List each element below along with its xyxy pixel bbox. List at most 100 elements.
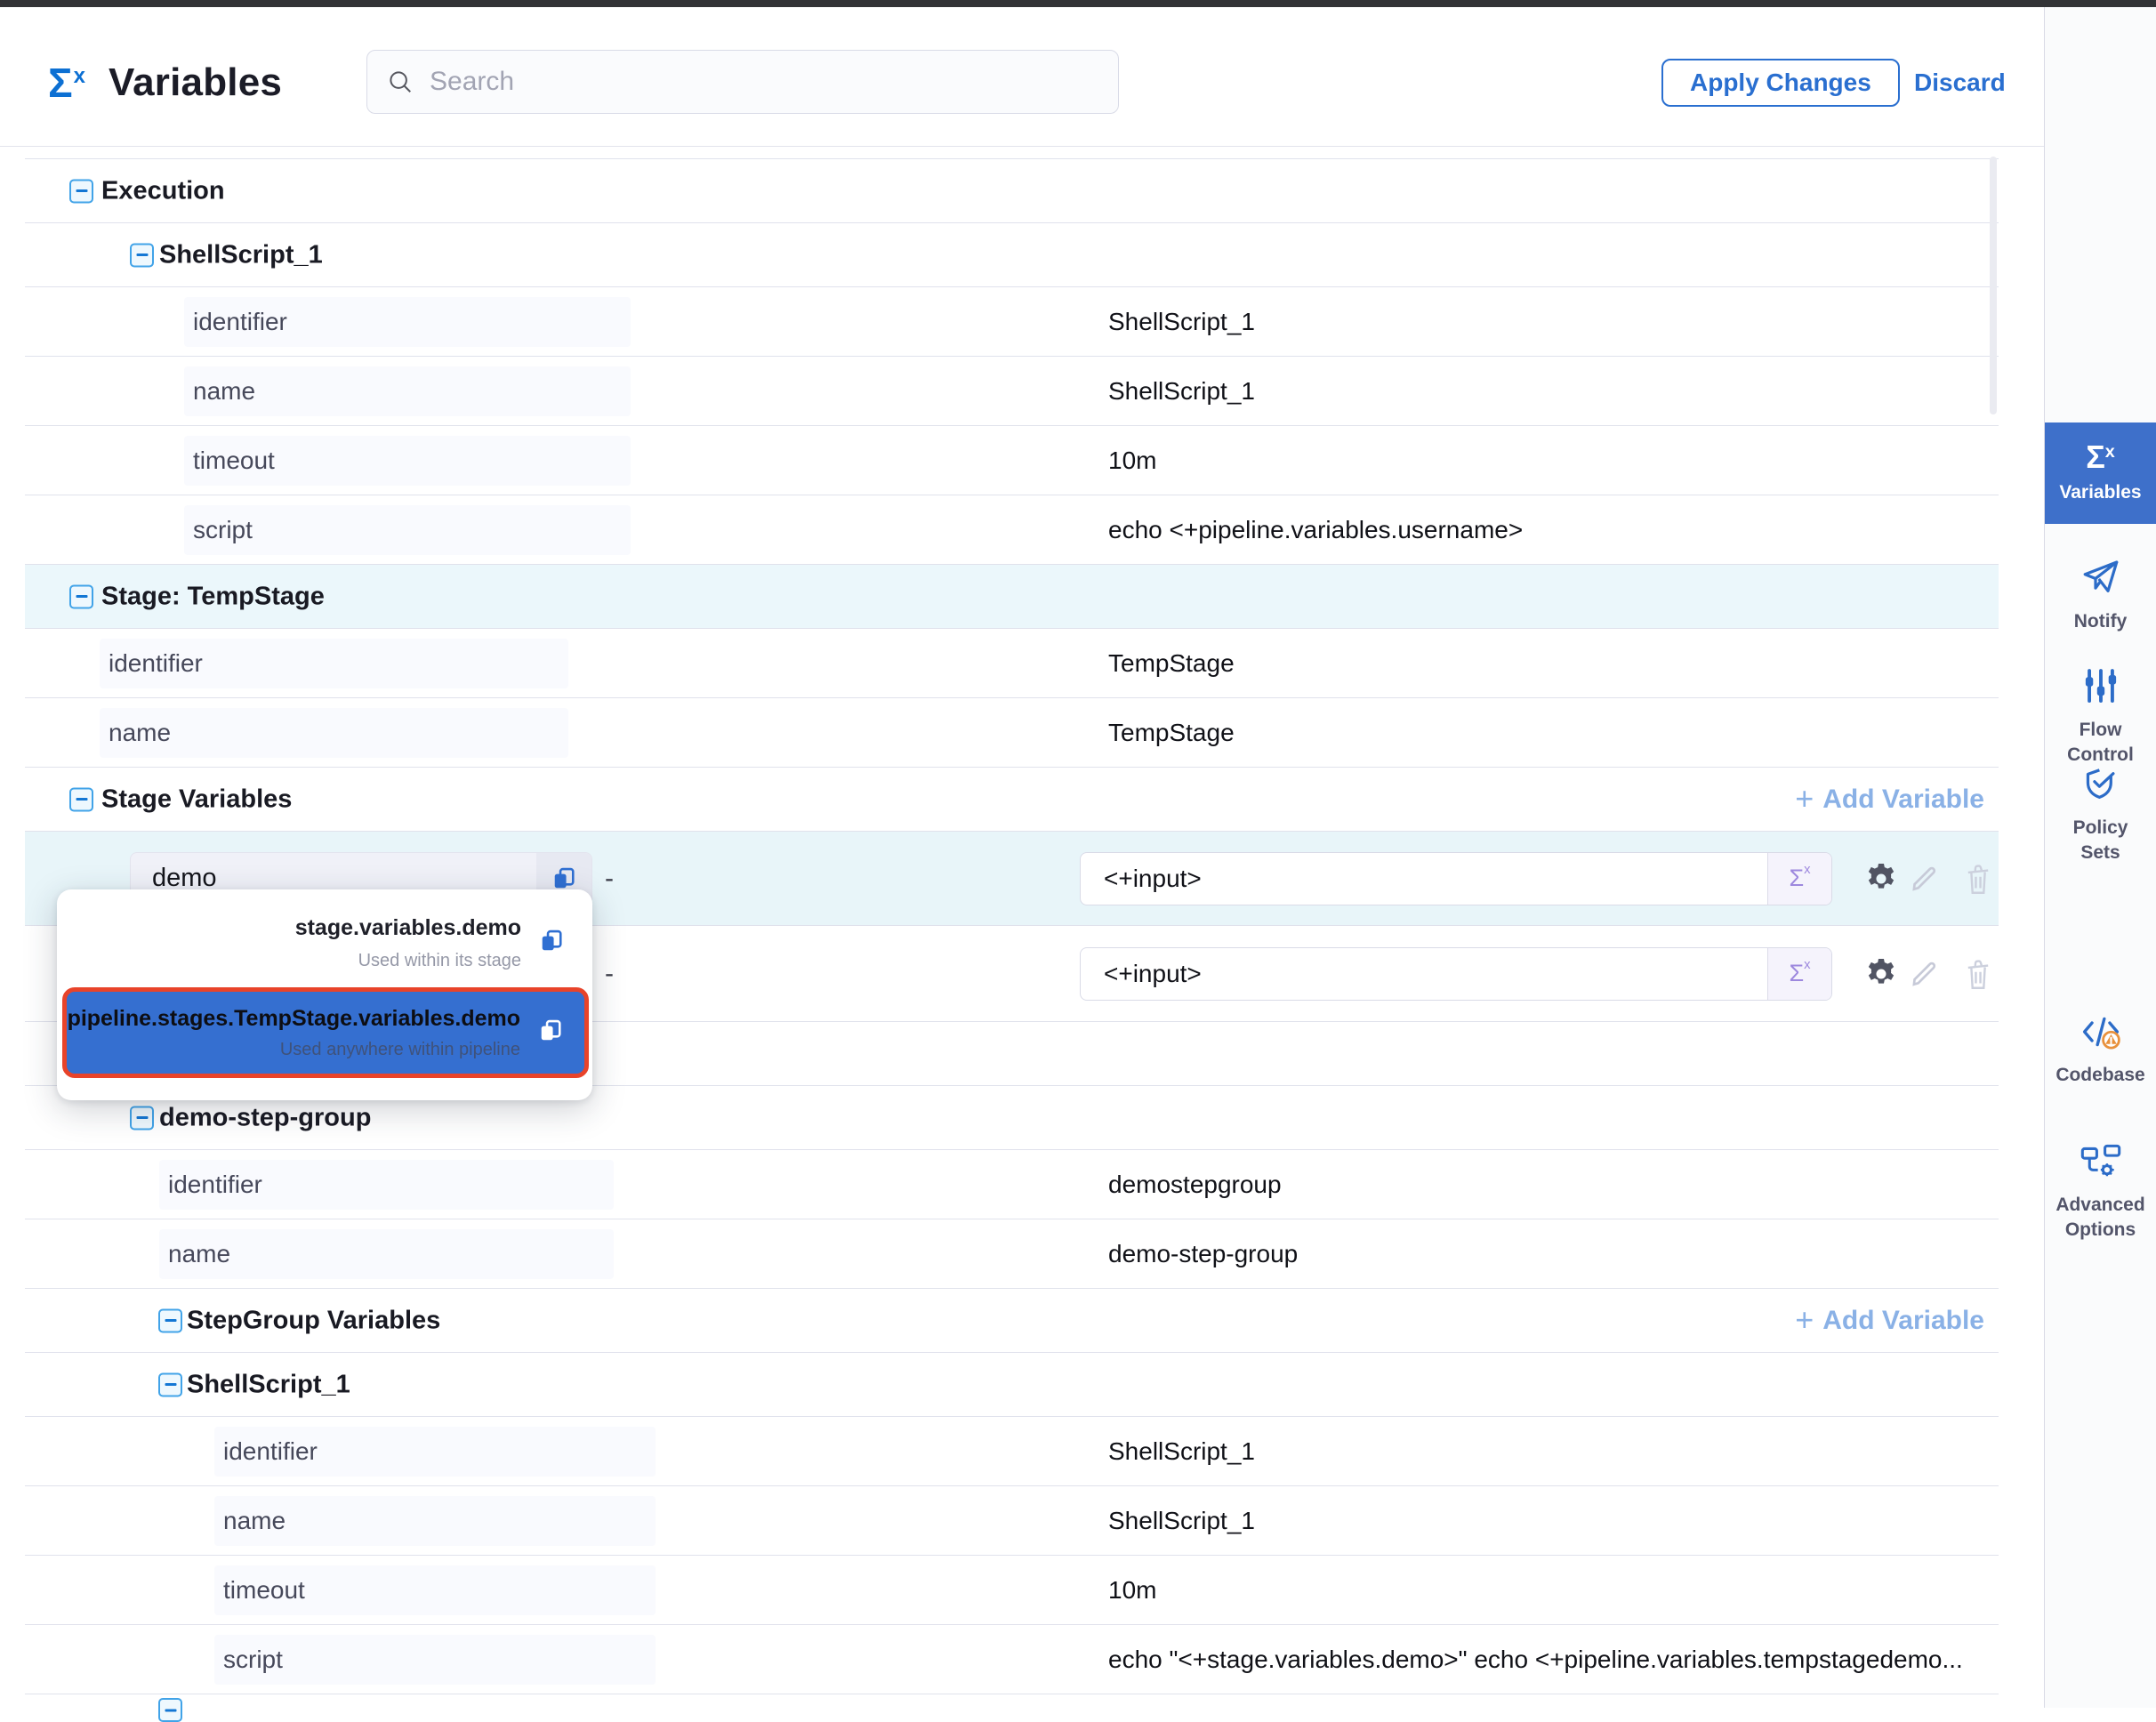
property-value: 10m: [1108, 1576, 1156, 1605]
variable-value-input[interactable]: <+input> Σx: [1080, 852, 1832, 905]
property-value: TempStage: [1108, 649, 1235, 678]
sidebar-item-flow-control[interactable]: FlowControl: [2045, 667, 2156, 768]
property-row: identifier demostepgroup: [25, 1150, 1999, 1219]
copy-icon[interactable]: [539, 929, 564, 958]
property-value: demo-step-group: [1108, 1240, 1298, 1268]
section-label: StepGroup Variables: [187, 1306, 440, 1335]
sidebar-item-label: AdvancedOptions: [2055, 1193, 2144, 1243]
delete-button[interactable]: [1959, 954, 1998, 994]
property-value: demostepgroup: [1108, 1171, 1282, 1199]
property-label: script: [184, 505, 631, 555]
property-row: timeout 10m: [25, 426, 1999, 495]
settings-button[interactable]: [1862, 859, 1901, 898]
property-label: timeout: [184, 436, 631, 486]
code-warning-icon: [2080, 1014, 2121, 1052]
edit-button[interactable]: [1904, 954, 1943, 994]
expression-scope-hint: Used within its stage: [295, 951, 521, 971]
expression-option-stage-scope[interactable]: stage.variables.demo Used within its sta…: [57, 889, 592, 987]
tree-section-row: ShellScript_1: [25, 1353, 1999, 1417]
property-label: name: [100, 708, 568, 758]
sidebar-item-label: PolicySets: [2073, 816, 2128, 865]
search-input[interactable]: [430, 67, 1098, 97]
collapse-icon[interactable]: [69, 787, 93, 811]
property-row: name ShellScript_1: [25, 1486, 1999, 1556]
collapse-icon[interactable]: [130, 1106, 154, 1130]
property-row: script echo "<+stage.variables.demo>" ec…: [25, 1625, 1999, 1694]
property-value: echo <+pipeline.variables.username>: [1108, 516, 1523, 544]
plus-icon: +: [1795, 783, 1814, 815]
tree-section-row: ShellScript_1: [25, 223, 1999, 287]
property-row: name demo-step-group: [25, 1219, 1999, 1289]
property-label: identifier: [214, 1427, 656, 1477]
tree-section-row: Execution: [25, 159, 1999, 223]
right-panel-nav: Σx Variables Notify FlowControl PolicySets Co…: [2044, 7, 2156, 1708]
expression-button[interactable]: Σx: [1767, 853, 1831, 905]
page-title: Variables: [109, 60, 282, 105]
collapse-icon[interactable]: [69, 584, 93, 608]
tree-section-row: Stage: TempStage: [25, 565, 1999, 629]
property-label: identifier: [159, 1160, 614, 1210]
sidebar-item-advanced-options[interactable]: AdvancedOptions: [2045, 1144, 2156, 1243]
section-label: ShellScript_1: [159, 240, 323, 270]
property-row: name ShellScript_1: [25, 357, 1999, 426]
sidebar-item-policy-sets[interactable]: PolicySets: [2045, 765, 2156, 865]
property-value: ShellScript_1: [1108, 308, 1255, 336]
variable-description: -: [605, 864, 614, 894]
property-label: name: [214, 1496, 656, 1546]
property-value: TempStage: [1108, 719, 1235, 747]
expression-title: stage.variables.demo: [295, 915, 521, 941]
sidebar-item-label: Codebase: [2055, 1063, 2144, 1088]
search-icon: [387, 68, 414, 95]
property-label: name: [159, 1229, 614, 1279]
property-label: script: [214, 1635, 656, 1685]
add-variable-button[interactable]: +Add Variable: [1795, 784, 1984, 816]
property-label: name: [184, 366, 631, 416]
shield-check-icon: [2082, 765, 2120, 805]
sidebar-item-variables[interactable]: Σx Variables: [2045, 422, 2156, 524]
search-box[interactable]: [366, 50, 1119, 114]
variable-description: -: [605, 959, 614, 989]
property-label: identifier: [184, 297, 631, 347]
scrollbar-thumb[interactable]: [1990, 157, 1997, 414]
expression-button[interactable]: Σx: [1767, 948, 1831, 1000]
header: Σx Variables Apply Changes Discard: [0, 7, 2045, 147]
sigma-x-icon: Σx: [2086, 441, 2115, 473]
settings-button[interactable]: [1862, 954, 1901, 994]
tree-section-row: Stage Variables +Add Variable: [25, 768, 1999, 832]
collapse-icon[interactable]: [158, 1308, 182, 1332]
expression-option-pipeline-scope-selected[interactable]: pipeline.stages.TempStage.variables.demo…: [62, 987, 589, 1078]
section-label: demo-step-group: [159, 1103, 371, 1132]
property-label: timeout: [214, 1565, 656, 1615]
apply-changes-button[interactable]: Apply Changes: [1661, 59, 1900, 107]
paper-plane-icon: [2082, 559, 2120, 599]
property-row: identifier TempStage: [25, 629, 1999, 698]
section-label: Stage: TempStage: [101, 582, 325, 611]
sidebar-item-codebase[interactable]: Codebase: [2045, 1014, 2156, 1088]
edit-button[interactable]: [1904, 859, 1943, 898]
plus-icon: +: [1795, 1304, 1814, 1336]
property-row: identifier ShellScript_1: [25, 287, 1999, 357]
property-row: identifier ShellScript_1: [25, 1417, 1999, 1486]
variable-value-input[interactable]: <+input> Σx: [1080, 947, 1832, 1001]
collapse-icon[interactable]: [69, 179, 93, 203]
property-value: 10m: [1108, 447, 1156, 475]
expression-scope-hint: Used anywhere within pipeline: [68, 1040, 520, 1060]
section-label: Execution: [101, 176, 225, 205]
collapse-icon[interactable]: [158, 1372, 182, 1396]
expression-popover: stage.variables.demo Used within its sta…: [57, 889, 592, 1100]
sidebar-item-notify[interactable]: Notify: [2045, 559, 2156, 634]
copy-icon[interactable]: [538, 1018, 563, 1048]
sidebar-item-label: FlowControl: [2067, 718, 2134, 768]
discard-button[interactable]: Discard: [1914, 59, 2006, 107]
spacer-row: [25, 1694, 1999, 1709]
property-value: echo "<+stage.variables.demo>" echo <+pi…: [1108, 1646, 1963, 1674]
delete-button[interactable]: [1959, 859, 1998, 898]
tree-section-row: StepGroup Variables +Add Variable: [25, 1289, 1999, 1353]
sidebar-item-label: Variables: [2059, 480, 2141, 505]
section-label: ShellScript_1: [187, 1370, 350, 1399]
add-variable-button[interactable]: +Add Variable: [1795, 1305, 1984, 1337]
collapse-icon[interactable]: [130, 243, 154, 267]
section-label: Stage Variables: [101, 785, 292, 814]
collapse-icon[interactable]: [158, 1698, 182, 1722]
window-chrome-strip: [0, 0, 2156, 7]
